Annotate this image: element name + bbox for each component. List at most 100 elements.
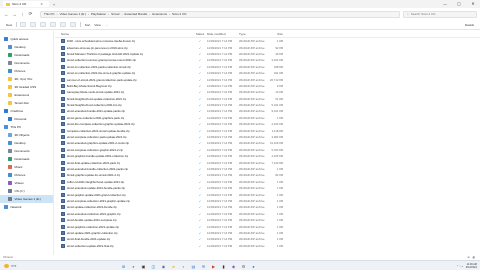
file-name-cell: sims2-extended-update-2021-bundle-packs.…	[55, 186, 195, 191]
chevron-right-icon[interactable]: ›	[88, 12, 89, 16]
sidebar-item[interactable]: 3D Graded CSS	[0, 83, 53, 91]
file-name: sims2-graphic-update-2021-grand-collecti…	[66, 192, 126, 197]
store-icon[interactable]: ▤	[190, 263, 197, 270]
file-row[interactable]: sims2-collection-update-2021-final.zip ✓ 1…	[55, 243, 480, 249]
start-icon[interactable]: ⊞	[120, 263, 127, 270]
sidebar-item[interactable]: Sims2 disc	[0, 99, 53, 107]
sidebar-item[interactable]: OS (C:)	[0, 187, 53, 195]
folder-icon	[6, 2, 10, 6]
back-button[interactable]: ←	[4, 12, 9, 17]
cut-icon[interactable]	[20, 22, 27, 27]
sort-button[interactable]: Sort	[85, 23, 91, 27]
zip-file-icon	[61, 51, 65, 56]
chevron-right-icon[interactable]: ›	[122, 12, 123, 16]
breadcrumb-item[interactable]: Sims2	[111, 12, 119, 16]
sidebar-item[interactable]: Network	[0, 203, 53, 211]
column-type[interactable]: Type	[237, 32, 267, 36]
terminal-icon[interactable]: ▮	[220, 263, 227, 270]
file-size: 7,410 KB	[271, 160, 283, 165]
chevron-right-icon[interactable]: ›	[57, 12, 58, 16]
file-name: sims2-extended-bundle-collection-2021-pa…	[66, 167, 129, 171]
sidebar-item[interactable]: 3D, Upd, Xbx	[0, 75, 53, 83]
chevron-right-icon[interactable]: ›	[149, 12, 150, 16]
media-icon[interactable]: ▶	[210, 263, 217, 270]
rename-icon[interactable]	[50, 22, 57, 27]
sync-status-icon: ✓	[198, 115, 202, 120]
tray-icons[interactable]: ⌃ ◔ ◖	[456, 265, 463, 268]
sidebar-item[interactable]: Documents	[0, 59, 53, 67]
sidebar-item[interactable]: Quick access	[0, 35, 53, 43]
tab-sims-2-cd[interactable]: Sims 2 CD ✕	[3, 1, 49, 7]
sidebar-item[interactable]: Documents	[0, 147, 53, 155]
widgets-icon[interactable]: ◫	[150, 263, 157, 270]
breadcrumb-item[interactable]: Sims 2 CD	[172, 12, 186, 16]
breadcrumb-item[interactable]: Extended Bundle	[125, 12, 148, 16]
sidebar-item[interactable]: Downloads	[0, 51, 53, 59]
close-tab-icon[interactable]: ✕	[40, 2, 43, 6]
new-button[interactable]: New	[6, 23, 12, 27]
item-count: 33 items	[3, 256, 13, 259]
clock-date: 9/12/2021	[465, 266, 477, 269]
paste-icon[interactable]	[40, 22, 47, 27]
sidebar-item[interactable]: Videos	[0, 179, 53, 187]
breadcrumb-item[interactable]: PlayStation	[91, 12, 106, 16]
zip-file-icon	[61, 198, 65, 203]
clock[interactable]: 11:09 AM 9/12/2021	[466, 263, 477, 269]
column-date-modified[interactable]: Date modified	[205, 32, 237, 36]
sidebar-item[interactable]: OneDrive	[0, 107, 53, 115]
sidebar-item[interactable]: Pictures	[0, 67, 53, 75]
sidebar-item[interactable]: Downloads	[0, 155, 53, 163]
app-icon[interactable]: ●	[250, 263, 257, 270]
file-name: sims2-complete-collection-pack-update-20…	[66, 135, 127, 140]
mail-icon[interactable]: ✉	[200, 263, 207, 270]
maximize-button[interactable]: ▢	[452, 0, 466, 8]
file-name-cell: Gameplay-Mode-mods-sims2-update-2021.zip	[55, 90, 195, 95]
file-explorer-icon[interactable]: ▰	[170, 263, 177, 270]
breadcrumb-item[interactable]: Extensions	[152, 12, 167, 16]
view-button[interactable]: View	[94, 23, 100, 27]
new-tab-button[interactable]: +	[53, 2, 55, 7]
sidebar-item[interactable]: Desktop	[0, 139, 53, 147]
column-status[interactable]: Status	[195, 32, 205, 36]
search-icon[interactable]: ⌕	[130, 263, 137, 270]
copy-icon[interactable]	[30, 22, 37, 27]
column-name[interactable]: Name	[55, 32, 195, 36]
sidebar-item-label: 3D, Upd, Xbx	[14, 77, 33, 81]
share-icon[interactable]	[60, 22, 67, 27]
edge-icon[interactable]: ◐	[180, 263, 187, 270]
sidebar-item[interactable]: Extensions	[0, 91, 53, 99]
sidebar-item[interactable]: Desktop	[0, 43, 53, 51]
photos-icon[interactable]: ◆	[230, 263, 237, 270]
refresh-button[interactable]: ⟳	[28, 11, 33, 17]
column-size[interactable]: Size	[267, 32, 285, 36]
close-window-button[interactable]: ✕	[466, 0, 480, 8]
chat-icon[interactable]: ◉	[160, 263, 167, 270]
forward-button[interactable]: →	[12, 12, 17, 17]
sidebar-item[interactable]: Music	[0, 163, 53, 171]
zip-file-icon	[61, 39, 65, 44]
details-pane-button[interactable]: Details	[465, 23, 474, 27]
delete-icon[interactable]	[70, 22, 77, 27]
sidebar-item[interactable]: This PC	[0, 123, 53, 131]
task-view-icon[interactable]: ▣	[140, 263, 147, 270]
weather-widget[interactable]: 72°F	[4, 263, 26, 269]
chevron-right-icon[interactable]: ›	[169, 12, 170, 16]
breadcrumb-item[interactable]: Video Games 1 (E:)	[60, 12, 86, 16]
up-button[interactable]: ↑	[20, 12, 25, 17]
sync-status-icon: ✓	[198, 135, 202, 140]
search-input[interactable]: ⌕ Search Sims 2 CD	[403, 10, 477, 18]
sidebar-item-label: Quick access	[10, 37, 29, 41]
sidebar-item[interactable]: Personal	[0, 115, 53, 123]
settings-icon[interactable]: ⚙	[240, 263, 247, 270]
sync-status-icon: ✓	[198, 211, 202, 216]
minimize-button[interactable]: —	[438, 0, 452, 8]
breadcrumb[interactable]: This PC › Video Games 1 (E:) › PlayStation › S…	[40, 10, 400, 18]
sync-status-icon: ✓	[198, 205, 202, 210]
breadcrumb-item[interactable]: This PC	[44, 12, 55, 16]
sidebar-item[interactable]: Pictures	[0, 171, 53, 179]
chevron-right-icon[interactable]: ›	[108, 12, 109, 16]
sidebar-item[interactable]: Video Games 1 (E:)	[0, 195, 53, 203]
file-name: summer-of-sims2-2021-grand-collection-pa…	[66, 77, 137, 82]
more-options-button[interactable]: ···	[105, 23, 108, 27]
sidebar-item[interactable]: 3D Objects	[0, 131, 53, 139]
